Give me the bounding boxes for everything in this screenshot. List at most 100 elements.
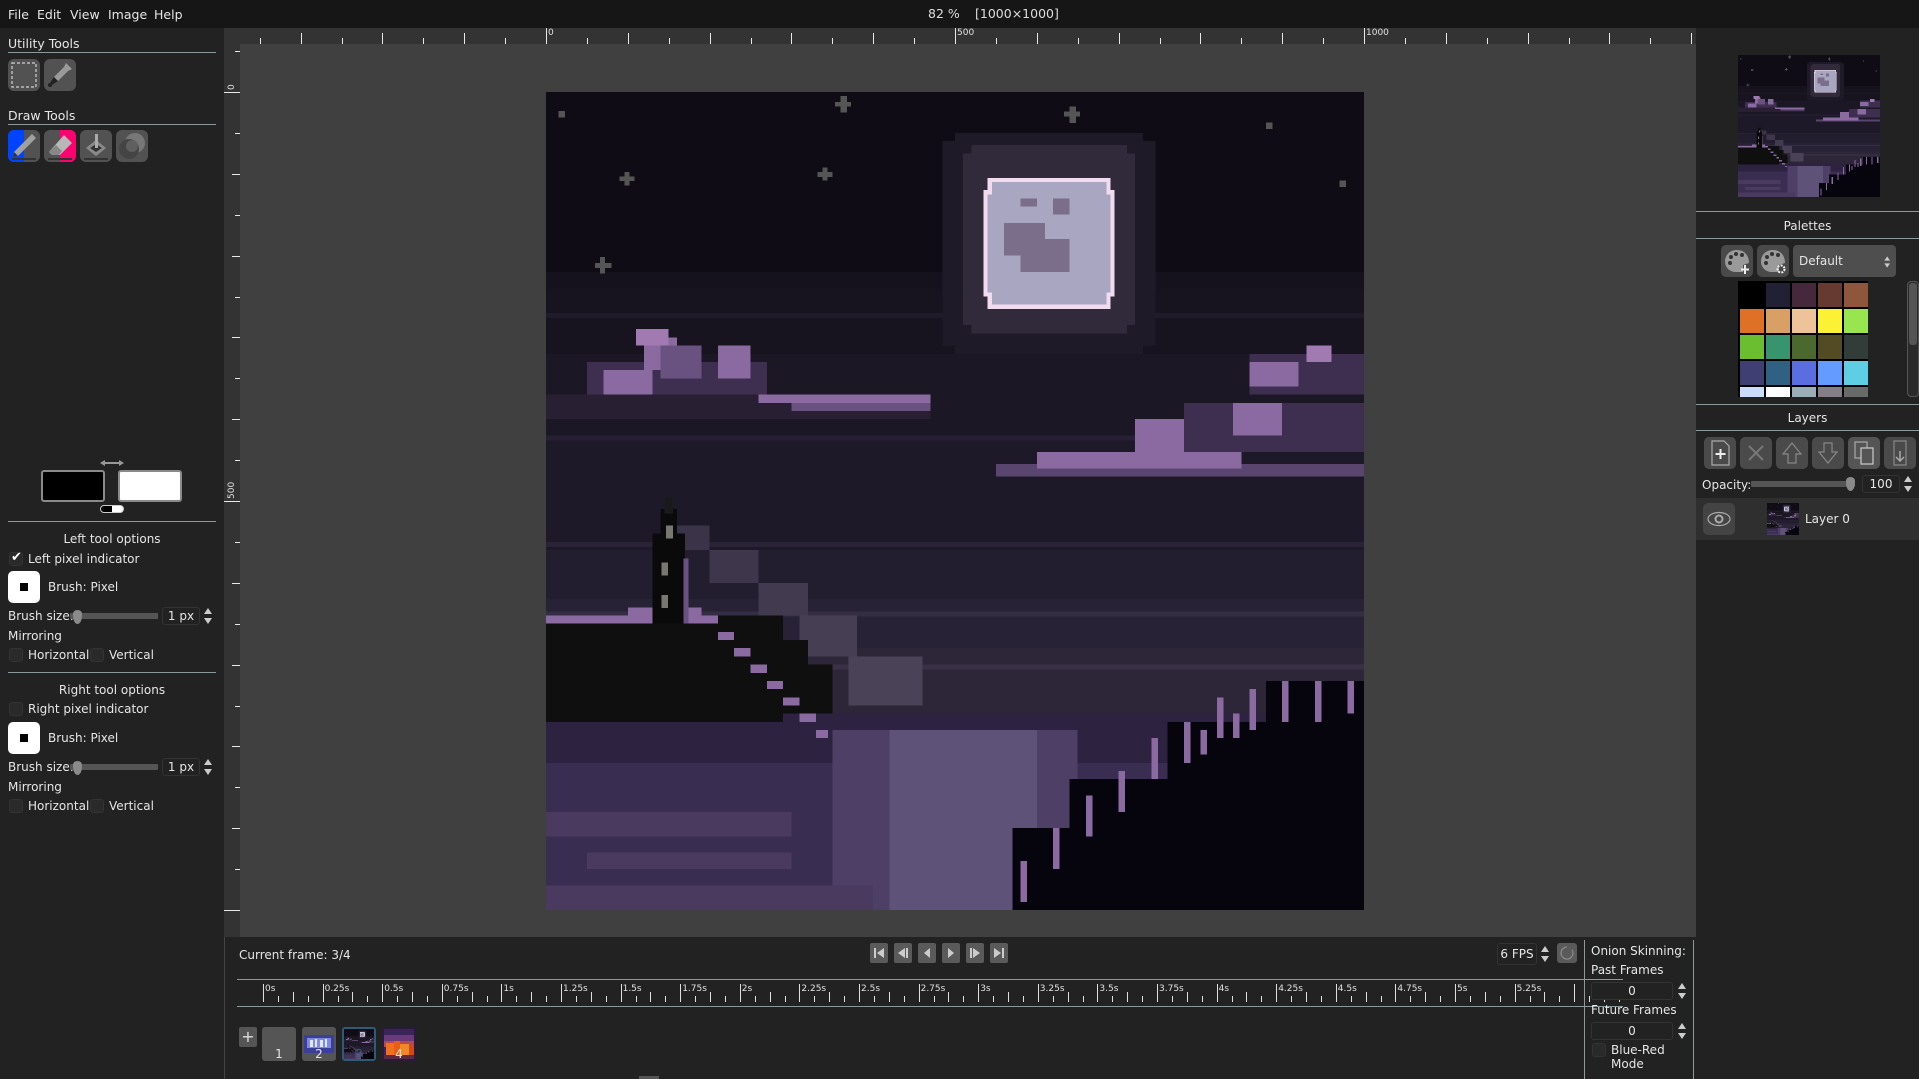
blue-red-mode-checkbox[interactable] bbox=[1592, 1043, 1606, 1057]
past-frames-input[interactable]: 0 bbox=[1591, 982, 1673, 1000]
shading-tool-button[interactable] bbox=[116, 130, 148, 162]
palette-swatch[interactable] bbox=[1844, 335, 1868, 359]
move-layer-up-button[interactable] bbox=[1776, 437, 1808, 469]
right-brush-button[interactable] bbox=[8, 722, 40, 754]
right-brush-size-thumb[interactable] bbox=[73, 761, 82, 775]
layer-row[interactable]: Layer 0 bbox=[1696, 498, 1919, 540]
palette-swatch[interactable] bbox=[1792, 309, 1816, 333]
palette-swatch[interactable] bbox=[1818, 361, 1842, 385]
play-backwards-button[interactable] bbox=[918, 943, 936, 963]
palette-swatch[interactable] bbox=[1766, 335, 1790, 359]
layer-name[interactable]: Layer 0 bbox=[1805, 512, 1850, 526]
palette-grid[interactable] bbox=[1738, 281, 1868, 397]
left-vertical-checkbox[interactable] bbox=[90, 648, 104, 662]
fps-input[interactable]: 6 FPS bbox=[1497, 943, 1537, 965]
remove-layer-button[interactable] bbox=[1740, 437, 1772, 469]
play-forward-button[interactable] bbox=[942, 943, 960, 963]
palette-swatch[interactable] bbox=[1740, 283, 1764, 307]
right-color-swatch[interactable] bbox=[118, 470, 182, 502]
previous-frame-button[interactable] bbox=[894, 943, 912, 963]
opacity-input[interactable]: 100 bbox=[1862, 475, 1900, 493]
menu-file[interactable]: File bbox=[8, 7, 29, 22]
horizontal-ruler[interactable]: 0 500 1000 bbox=[224, 28, 1696, 44]
pixel-art-canvas[interactable] bbox=[546, 92, 1364, 910]
layer-visibility-toggle[interactable] bbox=[1703, 503, 1735, 535]
left-brush-size-slider[interactable] bbox=[70, 613, 158, 619]
add-frame-button[interactable]: + bbox=[239, 1027, 257, 1047]
add-layer-button[interactable] bbox=[1704, 437, 1736, 469]
canvas-preview[interactable] bbox=[1738, 55, 1880, 197]
timeline-tick bbox=[1425, 992, 1427, 1002]
left-brush-size-input[interactable]: 1 px bbox=[162, 607, 200, 625]
add-palette-button[interactable] bbox=[1721, 245, 1753, 277]
opacity-stepper[interactable] bbox=[1904, 476, 1913, 492]
menu-view[interactable]: View bbox=[70, 7, 100, 22]
reset-colors-icon[interactable] bbox=[100, 505, 124, 513]
timeline-tick bbox=[993, 996, 995, 1002]
right-brush-size-slider[interactable] bbox=[70, 764, 158, 770]
palette-swatch[interactable] bbox=[1818, 387, 1842, 397]
swap-colors-icon[interactable] bbox=[100, 459, 124, 467]
left-brush-size-thumb[interactable] bbox=[73, 610, 82, 624]
palette-swatch[interactable] bbox=[1792, 335, 1816, 359]
palette-swatch[interactable] bbox=[1792, 361, 1816, 385]
palette-swatch[interactable] bbox=[1792, 387, 1816, 397]
past-frames-stepper[interactable] bbox=[1678, 983, 1687, 999]
future-frames-stepper[interactable] bbox=[1678, 1023, 1687, 1039]
timeline-tick bbox=[1469, 996, 1471, 1002]
palette-swatch[interactable] bbox=[1844, 387, 1868, 397]
palette-swatch[interactable] bbox=[1766, 283, 1790, 307]
palette-swatch[interactable] bbox=[1740, 387, 1764, 397]
palette-swatch[interactable] bbox=[1818, 335, 1842, 359]
pencil-tool-button[interactable] bbox=[8, 130, 40, 162]
color-picker-button[interactable] bbox=[44, 59, 76, 91]
palette-swatch[interactable] bbox=[1818, 283, 1842, 307]
bucket-tool-button[interactable] bbox=[80, 130, 112, 162]
next-frame-button[interactable] bbox=[966, 943, 984, 963]
palette-swatch[interactable] bbox=[1766, 309, 1790, 333]
rectangle-select-button[interactable] bbox=[8, 59, 40, 91]
edit-palette-button[interactable] bbox=[1757, 245, 1789, 277]
left-pixel-indicator-checkbox[interactable]: ✔ bbox=[9, 550, 23, 566]
menu-edit[interactable]: Edit bbox=[37, 7, 61, 22]
palette-swatch[interactable] bbox=[1844, 283, 1868, 307]
opacity-slider-thumb[interactable] bbox=[1846, 477, 1855, 491]
menu-image[interactable]: Image bbox=[108, 7, 147, 22]
merge-down-button[interactable] bbox=[1884, 437, 1916, 469]
palette-swatch[interactable] bbox=[1792, 283, 1816, 307]
first-frame-button[interactable] bbox=[870, 943, 888, 963]
palette-swatch[interactable] bbox=[1844, 361, 1868, 385]
palette-scrollbar-thumb[interactable] bbox=[1909, 283, 1917, 345]
right-brush-size-stepper[interactable] bbox=[204, 759, 213, 775]
menu-help[interactable]: Help bbox=[154, 7, 183, 22]
palette-swatch[interactable] bbox=[1740, 309, 1764, 333]
left-color-swatch[interactable] bbox=[41, 470, 105, 502]
future-frames-input[interactable]: 0 bbox=[1591, 1022, 1673, 1040]
move-layer-down-button[interactable] bbox=[1812, 437, 1844, 469]
right-pixel-indicator-checkbox[interactable] bbox=[9, 702, 23, 716]
loop-button[interactable] bbox=[1557, 943, 1577, 963]
right-brush-size-input[interactable]: 1 px bbox=[162, 758, 200, 776]
eraser-tool-button[interactable] bbox=[44, 130, 76, 162]
fps-stepper[interactable] bbox=[1541, 946, 1550, 962]
timeline-tick bbox=[724, 996, 726, 1002]
palette-swatch[interactable] bbox=[1740, 361, 1764, 385]
canvas-area[interactable] bbox=[240, 44, 1696, 937]
palette-select[interactable]: Default bbox=[1793, 245, 1896, 277]
left-brush-size-stepper[interactable] bbox=[204, 608, 213, 624]
vertical-ruler[interactable]: 0 500 bbox=[224, 44, 240, 937]
last-frame-button[interactable] bbox=[990, 943, 1008, 963]
left-brush-button[interactable] bbox=[8, 571, 40, 603]
palette-swatch[interactable] bbox=[1818, 309, 1842, 333]
palette-swatch[interactable] bbox=[1844, 309, 1868, 333]
left-horizontal-checkbox[interactable] bbox=[9, 648, 23, 662]
palette-swatch[interactable] bbox=[1740, 335, 1764, 359]
palette-swatch[interactable] bbox=[1766, 361, 1790, 385]
right-vertical-checkbox[interactable] bbox=[90, 799, 104, 813]
clone-layer-button[interactable] bbox=[1848, 437, 1880, 469]
right-horizontal-checkbox[interactable] bbox=[9, 799, 23, 813]
timeline-ruler[interactable]: 0s 0.25s 0.5s 0.75s 1s 1.25s 1.5s 1.75s 2s 2.25s 2… bbox=[237, 979, 1623, 1007]
opacity-slider[interactable] bbox=[1751, 481, 1855, 487]
palette-swatch[interactable] bbox=[1766, 387, 1790, 397]
palette-scrollbar[interactable] bbox=[1907, 281, 1919, 397]
